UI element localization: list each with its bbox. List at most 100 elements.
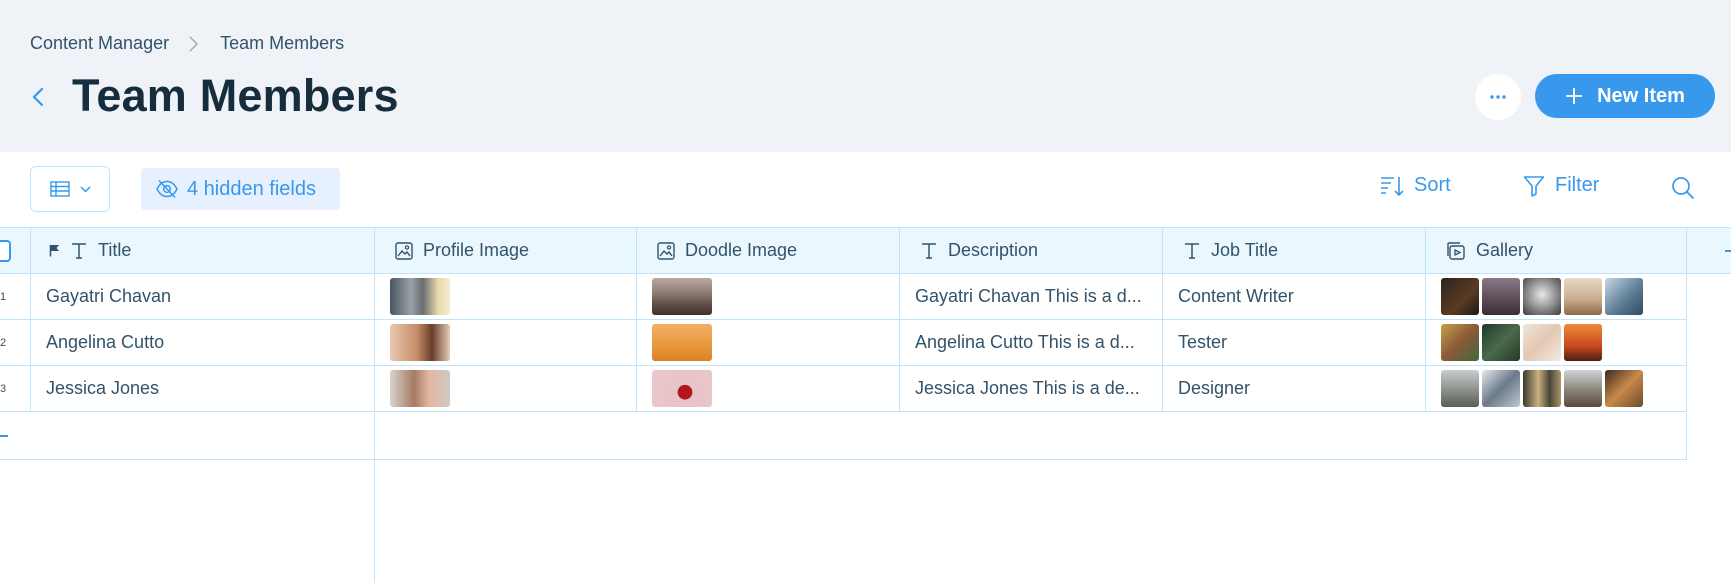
doodle-image-thumbnail: [652, 324, 712, 361]
title-cell[interactable]: Jessica Jones: [31, 366, 375, 411]
table-row[interactable]: 3 Jessica Jones Jessica Jones This is a …: [0, 366, 1687, 412]
select-all-cell: [0, 228, 31, 273]
text-type-icon: [922, 242, 936, 259]
gallery-type-icon: [1447, 241, 1465, 260]
image-type-icon: [395, 241, 413, 260]
page-header: Content Manager Team Members Team Member…: [0, 0, 1731, 152]
profile-image-thumbnail: [390, 370, 450, 407]
column-divider: [1686, 413, 1687, 459]
more-actions-button[interactable]: [1475, 74, 1521, 120]
gallery-thumbnail: [1523, 324, 1561, 361]
gallery-thumbnail: [1482, 370, 1520, 407]
column-header-profile-image[interactable]: Profile Image: [375, 228, 637, 273]
eye-off-icon: [156, 179, 178, 199]
column-header-label: Job Title: [1211, 240, 1279, 260]
column-header-gallery[interactable]: Gallery: [1426, 228, 1687, 273]
doodle-image-cell[interactable]: [637, 274, 900, 319]
description-text: Angelina Cutto This is a d...: [915, 332, 1135, 352]
select-all-checkbox[interactable]: [0, 240, 11, 262]
profile-image-thumbnail: [390, 278, 450, 315]
doodle-image-thumbnail: [652, 370, 712, 407]
row-number: 2: [0, 320, 31, 365]
add-column-button[interactable]: [1687, 227, 1731, 274]
search-button[interactable]: [1671, 176, 1695, 200]
view-switcher-button[interactable]: [30, 166, 110, 212]
items-table: Title Profile Image Doodle Image Descrip…: [0, 227, 1731, 583]
doodle-image-cell[interactable]: [637, 320, 900, 365]
description-text: Jessica Jones This is a de...: [915, 378, 1140, 398]
row-number: 3: [0, 366, 31, 411]
sort-button[interactable]: Sort: [1380, 174, 1451, 197]
gallery-thumbnail: [1441, 324, 1479, 361]
sort-icon: [1381, 176, 1404, 196]
table-row[interactable]: 2 Angelina Cutto Angelina Cutto This is …: [0, 320, 1687, 366]
new-item-label: New Item: [1597, 84, 1685, 107]
chevron-left-icon: [32, 87, 44, 107]
new-item-button[interactable]: New Item: [1535, 74, 1715, 118]
column-header-title[interactable]: Title: [31, 228, 375, 273]
doodle-image-thumbnail: [652, 278, 712, 315]
profile-image-cell[interactable]: [375, 366, 637, 411]
text-type-icon: [72, 242, 86, 259]
text-type-icon: [1185, 242, 1199, 259]
hidden-fields-label: 4 hidden fields: [187, 177, 316, 200]
description-cell[interactable]: Jessica Jones This is a de...: [900, 366, 1163, 411]
gallery-thumbnail: [1482, 324, 1520, 361]
profile-image-cell[interactable]: [375, 274, 637, 319]
plus-icon: [0, 435, 8, 437]
gallery-thumbnail: [1564, 370, 1602, 407]
primary-flag-icon: [49, 245, 59, 257]
description-cell[interactable]: Angelina Cutto This is a d...: [900, 320, 1163, 365]
column-header-description[interactable]: Description: [900, 228, 1163, 273]
doodle-image-cell[interactable]: [637, 366, 900, 411]
title-cell[interactable]: Angelina Cutto: [31, 320, 375, 365]
job-title-cell[interactable]: Tester: [1163, 320, 1426, 365]
profile-image-thumbnail: [390, 324, 450, 361]
column-header-job-title[interactable]: Job Title: [1163, 228, 1426, 273]
column-header-label: Doodle Image: [685, 240, 798, 260]
more-dots-icon: [1490, 95, 1506, 99]
row-number: 1: [0, 274, 31, 319]
plus-icon: [1566, 88, 1583, 104]
back-button[interactable]: [26, 82, 50, 112]
column-header-doodle-image[interactable]: Doodle Image: [637, 228, 900, 273]
job-title-cell[interactable]: Content Writer: [1163, 274, 1426, 319]
table-view-icon: [49, 181, 70, 197]
column-header-label: Profile Image: [423, 240, 530, 260]
description-text: Gayatri Chavan This is a d...: [915, 286, 1142, 306]
column-divider: [374, 413, 375, 459]
filter-button[interactable]: Filter: [1523, 174, 1599, 197]
table-header-row: Title Profile Image Doodle Image Descrip…: [0, 227, 1687, 274]
title-cell[interactable]: Gayatri Chavan: [31, 274, 375, 319]
gallery-thumbnail: [1441, 278, 1479, 315]
chevron-right-icon: [189, 36, 199, 52]
gallery-thumbnail: [1564, 324, 1602, 361]
gallery-cell[interactable]: [1426, 274, 1687, 319]
hidden-fields-button[interactable]: 4 hidden fields: [141, 168, 340, 210]
gallery-thumbnail: [1605, 370, 1643, 407]
profile-image-cell[interactable]: [375, 320, 637, 365]
gallery-cell[interactable]: [1426, 366, 1687, 411]
gallery-thumbnail: [1605, 278, 1643, 315]
filter-label: Filter: [1555, 174, 1600, 196]
chevron-down-icon: [79, 185, 91, 193]
column-header-label: Gallery: [1476, 240, 1534, 260]
breadcrumb-parent[interactable]: Content Manager: [30, 33, 169, 54]
plus-icon: [1725, 250, 1731, 252]
job-title-cell[interactable]: Designer: [1163, 366, 1426, 411]
page-title: Team Members: [72, 70, 399, 121]
add-row[interactable]: [0, 413, 1687, 460]
gallery-thumbnail: [1523, 278, 1561, 315]
description-cell[interactable]: Gayatri Chavan This is a d...: [900, 274, 1163, 319]
toolbar: 4 hidden fields Sort Filter: [0, 152, 1731, 227]
table-row[interactable]: 1 Gayatri Chavan Gayatri Chavan This is …: [0, 274, 1687, 320]
gallery-thumbnail: [1523, 370, 1561, 407]
image-type-icon: [657, 241, 675, 260]
search-icon: [1672, 177, 1694, 199]
gallery-thumbnail: [1564, 278, 1602, 315]
breadcrumb: Content Manager Team Members: [30, 33, 344, 54]
gallery-cell[interactable]: [1426, 320, 1687, 365]
column-header-label: Title: [98, 240, 132, 260]
gallery-thumbnail: [1441, 370, 1479, 407]
gallery-thumbnail: [1482, 278, 1520, 315]
